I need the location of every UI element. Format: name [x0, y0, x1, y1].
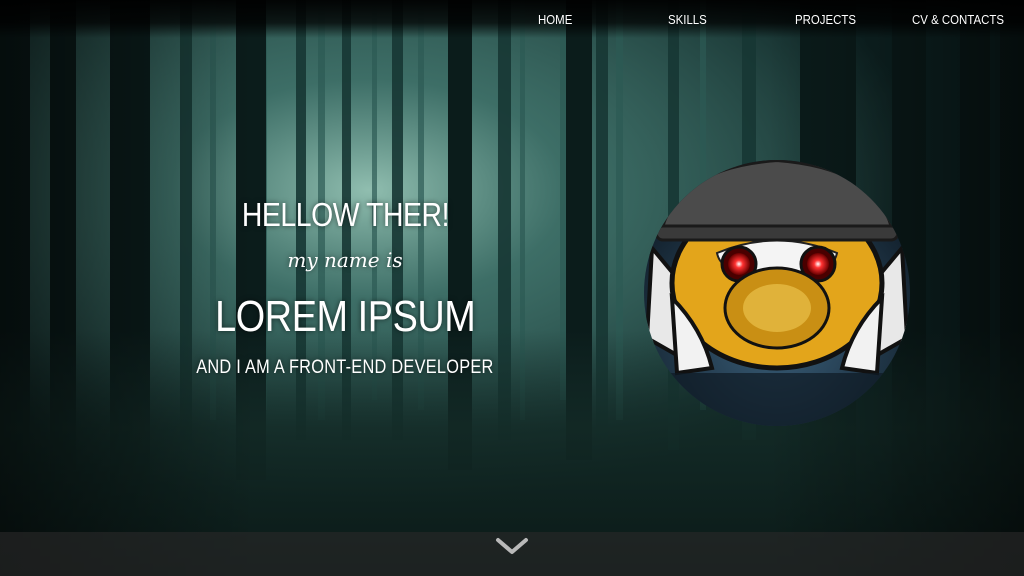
hero-name: LOREM IPSUM: [214, 292, 476, 341]
nav-skills-link[interactable]: SKILLS: [668, 12, 707, 27]
hero-role: AND I AM A FRONT-END DEVELOPER: [196, 357, 494, 378]
nav-home-link[interactable]: HOME: [538, 12, 572, 27]
top-navigation-bar: HOME SKILLS PROJECTS CV & CONTACTS: [0, 0, 1024, 38]
hero-greeting: HELLOW THER!: [241, 196, 449, 233]
nav-cv-contacts-link[interactable]: CV & CONTACTS: [912, 12, 1004, 27]
landing-page: HOME SKILLS PROJECTS CV & CONTACTS HELLO…: [0, 0, 1024, 576]
avatar: [644, 160, 910, 426]
hero-subline: my name is: [287, 248, 403, 272]
chevron-down-icon[interactable]: [493, 533, 531, 559]
nav-projects-link[interactable]: PROJECTS: [795, 12, 856, 27]
